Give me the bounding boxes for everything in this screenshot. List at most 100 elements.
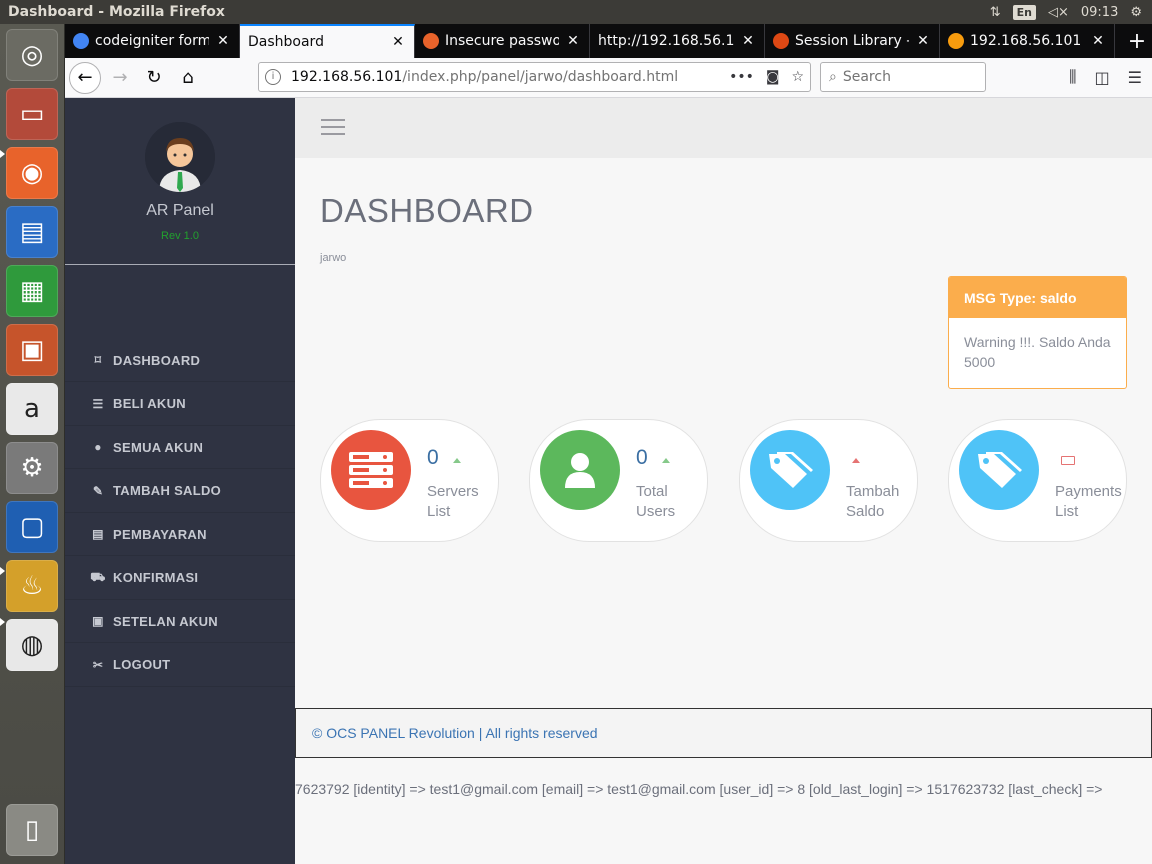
tab-label: http://192.168.56.1( (598, 33, 734, 49)
panel-name: AR Panel (146, 202, 214, 219)
tab-close-icon[interactable]: ✕ (565, 33, 581, 49)
page-actions-icon[interactable]: ••• (729, 69, 754, 85)
debug-output: 7623792 [identity] => test1@gmail.com [e… (295, 781, 1103, 797)
bookmark-icon: ⌑ (94, 353, 102, 367)
message-body: Warning !!!. Saldo Anda 5000 (964, 334, 1111, 370)
clock[interactable]: 09:13 (1081, 5, 1118, 20)
tab-close-icon[interactable]: ✕ (390, 34, 406, 50)
browser-tab[interactable]: Session Library - ✕ (765, 24, 940, 58)
trash-icon[interactable]: ▯ (6, 804, 58, 856)
trend-up-icon (453, 458, 461, 463)
user-icon: ● (94, 440, 102, 454)
trend-up-icon (852, 458, 860, 463)
stat-card-total-users[interactable]: 0 Total Users (529, 419, 708, 542)
library-icon[interactable]: ⫼ (1069, 67, 1076, 87)
web-page: AR Panel Rev 1.0 ⌑ DASHBOARD ☰ BELI AKUN ● SE… (65, 98, 1152, 864)
browser-tab[interactable]: codeigniter form ✕ (65, 24, 240, 58)
browser-tab[interactable]: 192.168.56.101 / l ✕ (940, 24, 1115, 58)
site-info-icon[interactable]: i (265, 69, 281, 85)
page-title: DASHBOARD (320, 192, 534, 229)
home-button[interactable]: ⌂ (173, 63, 203, 93)
sidebar-item-label: PEMBAYARAN (113, 526, 207, 542)
sidebar-item-label: TAMBAH SALDO (113, 483, 222, 498)
files-icon[interactable]: ▭ (6, 88, 58, 140)
tags-icon (750, 430, 830, 510)
sidebar-item-tambah-saldo[interactable]: ✎ TAMBAH SALDO (65, 470, 295, 513)
tab-favicon-icon (423, 33, 439, 49)
chrome-running-pip (0, 618, 5, 626)
forward-button[interactable]: → (105, 63, 135, 93)
browser-tab[interactable]: http://192.168.56.1( ✕ (590, 24, 765, 58)
sidebar-item-beli-akun[interactable]: ☰ BELI AKUN (65, 383, 295, 426)
reload-button[interactable]: ↻ (139, 63, 169, 93)
unity-launcher: ◎ ▭ ◉ ▤ ▦ ▣ a ⚙ ▢ ♨ ◍ ▯ (0, 24, 65, 864)
stat-count: 0 (427, 446, 439, 469)
volume-icon[interactable]: ◁× (1048, 5, 1069, 20)
libreoffice-writer-icon[interactable]: ▤ (6, 206, 58, 258)
bookmark-star-icon[interactable]: ☆ (791, 69, 804, 85)
system-tray: ⇅ En ◁× 09:13 ⚙ (990, 4, 1152, 20)
cart-icon: ⛟ (90, 569, 106, 584)
browser-tab[interactable]: Insecure passwo ✕ (415, 24, 590, 58)
system-settings-icon[interactable]: ⚙ (6, 442, 58, 494)
network-icon[interactable]: ⇅ (990, 5, 1001, 20)
page-header-bar (295, 98, 1152, 158)
trend-up-icon (662, 458, 670, 463)
libreoffice-impress-icon[interactable]: ▣ (6, 324, 58, 376)
sidebar-item-label: BELI AKUN (113, 396, 186, 411)
libreoffice-calc-icon[interactable]: ▦ (6, 265, 58, 317)
sidebar-item-setelan-akun[interactable]: ▣ SETELAN AKUN (65, 600, 295, 643)
url-path: /index.php/panel/jarwo/dashboard.html (402, 69, 679, 85)
username-label: jarwo (320, 252, 347, 264)
firefox-icon[interactable]: ◉ (6, 147, 58, 199)
tab-label: codeigniter form (95, 33, 209, 49)
os-top-panel: Dashboard - Mozilla Firefox ⇅ En ◁× 09:1… (0, 0, 1152, 24)
tab-label: Insecure passwo (445, 33, 559, 49)
url-bar[interactable]: i 192.168.56.101 /index.php/panel/jarwo/… (258, 62, 811, 92)
sidebar-item-label: LOGOUT (113, 657, 171, 672)
tab-favicon-icon (73, 33, 89, 49)
browser-navigation-bar: ← → ↻ ⌂ i 192.168.56.101 /index.php/pane… (65, 58, 1152, 98)
sidebar-item-semua-akun[interactable]: ● SEMUA AKUN (65, 426, 295, 469)
avatar (145, 122, 215, 192)
pocket-icon[interactable]: ◙ (766, 69, 780, 85)
sidebar-item-konfirmasi[interactable]: ⛟ KONFIRMASI (65, 557, 295, 600)
virtualbox-icon[interactable]: ▢ (6, 501, 58, 553)
sidebar-item-pembayaran[interactable]: ▤ PEMBAYARAN (65, 513, 295, 556)
xampp-running-pip (0, 567, 5, 575)
sidebar-item-dashboard[interactable]: ⌑ DASHBOARD (65, 339, 295, 382)
search-input[interactable]: ⌕ Search (820, 62, 986, 92)
tab-label: Session Library - (795, 33, 909, 49)
chrome-icon[interactable]: ◍ (6, 619, 58, 671)
sidebar-item-logout[interactable]: ✂ LOGOUT (65, 644, 295, 687)
user-avatar-icon (145, 122, 215, 192)
xampp-icon[interactable]: ♨ (6, 560, 58, 612)
amazon-icon[interactable]: a (6, 383, 58, 435)
tags-icon (959, 430, 1039, 510)
ubuntu-dash-icon[interactable]: ◎ (6, 29, 58, 81)
tab-close-icon[interactable]: ✕ (740, 33, 756, 49)
stat-label: Tambah Saldo (846, 483, 900, 520)
sidebar-toggle-button[interactable] (321, 119, 345, 135)
profile-section: AR Panel Rev 1.0 (65, 98, 295, 265)
server-icon (331, 430, 411, 510)
stat-card-payments-list[interactable]: Payments List (948, 419, 1127, 542)
keyboard-layout-indicator[interactable]: En (1012, 4, 1036, 20)
user-icon (540, 430, 620, 510)
settings-gear-icon[interactable]: ⚙ (1130, 5, 1142, 20)
back-button[interactable]: ← (69, 61, 101, 94)
new-tab-button[interactable]: + (1122, 24, 1152, 58)
server-icon: ☰ (92, 396, 104, 411)
hamburger-menu-icon[interactable]: ☰ (1128, 68, 1142, 87)
firefox-running-pip (0, 150, 5, 158)
stat-card-servers-list[interactable]: 0 Servers List (320, 419, 499, 542)
stat-card-tambah-saldo[interactable]: Tambah Saldo (739, 419, 918, 542)
tab-close-icon[interactable]: ✕ (1090, 33, 1106, 49)
tab-close-icon[interactable]: ✕ (215, 33, 231, 49)
browser-tab[interactable]: Dashboard ✕ (240, 24, 415, 58)
sidebar-toggle-icon[interactable]: ◫ (1095, 68, 1110, 87)
search-icon: ⌕ (829, 69, 837, 85)
panel-version: Rev 1.0 (161, 230, 199, 242)
tab-favicon-icon (773, 33, 789, 49)
tab-close-icon[interactable]: ✕ (915, 33, 931, 49)
